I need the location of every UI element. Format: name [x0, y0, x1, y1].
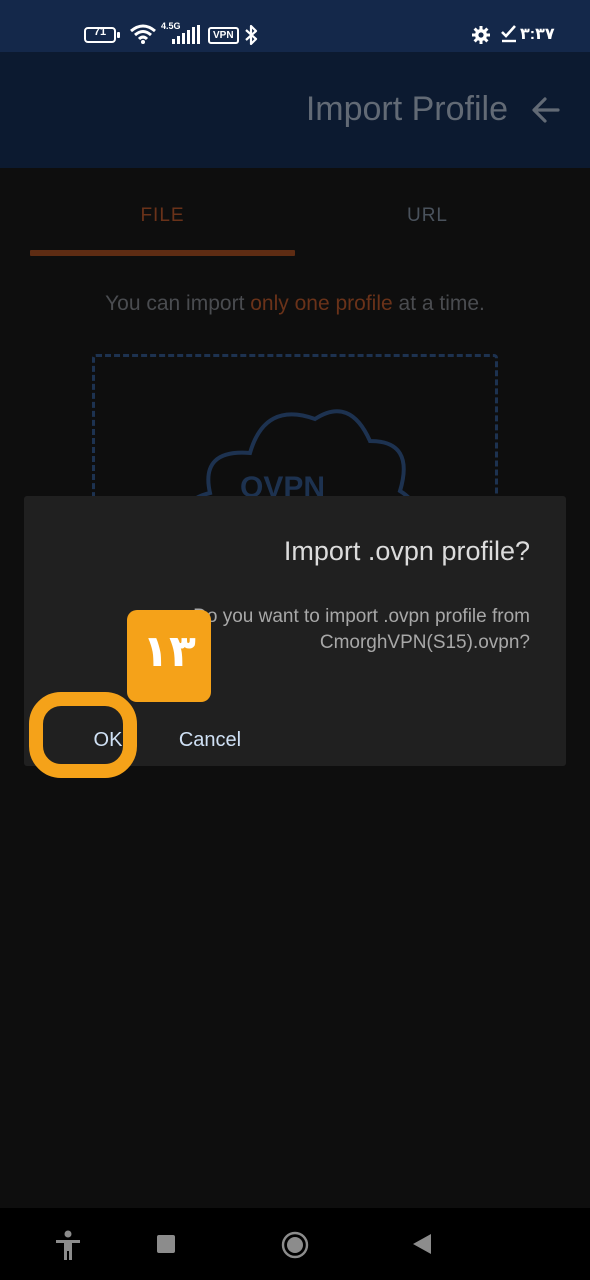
signal-icon	[172, 25, 200, 44]
app-bar: Import Profile	[0, 52, 590, 168]
system-nav-bar	[0, 1208, 590, 1280]
tab-file[interactable]: FILE	[30, 205, 295, 227]
dialog-title: Import .ovpn profile?	[283, 536, 530, 566]
settings-icon	[472, 26, 490, 44]
battery-icon: 71	[84, 26, 120, 43]
check-icon	[501, 25, 516, 43]
battery-level: 71	[93, 26, 107, 38]
hint-highlight: only one profile	[250, 292, 393, 315]
tab-indicator	[30, 250, 295, 256]
arrow-back-icon[interactable]	[532, 96, 560, 124]
accessibility-icon[interactable]	[54, 1230, 82, 1260]
hint-text-after: at a time.	[392, 292, 485, 315]
ok-highlight-ring	[29, 692, 137, 778]
cancel-button[interactable]: Cancel	[160, 716, 260, 764]
page-title: Import Profile	[305, 90, 508, 128]
recents-icon[interactable]	[157, 1235, 175, 1253]
tab-url[interactable]: URL	[295, 205, 560, 227]
clock: ۳:۳۷	[520, 26, 555, 43]
dialog-message: Do you want to import .ovpn profile from…	[193, 604, 530, 656]
back-icon[interactable]	[412, 1233, 432, 1255]
import-hint: You can import only one profile at a tim…	[0, 292, 590, 316]
home-icon[interactable]	[281, 1231, 309, 1259]
dialog-message-line1: Do you want to import .ovpn profile from	[193, 606, 530, 627]
bluetooth-icon	[245, 24, 258, 46]
dialog-message-line2: CmorghVPN(S15).ovpn?	[319, 632, 530, 653]
status-bar: 71 4.5G VPN ۳:۳۷	[0, 0, 590, 52]
hint-text-before: You can import	[105, 292, 251, 315]
vpn-icon: VPN	[208, 27, 239, 44]
wifi-icon	[130, 24, 156, 44]
step-number-badge: ۱۳	[127, 610, 211, 702]
